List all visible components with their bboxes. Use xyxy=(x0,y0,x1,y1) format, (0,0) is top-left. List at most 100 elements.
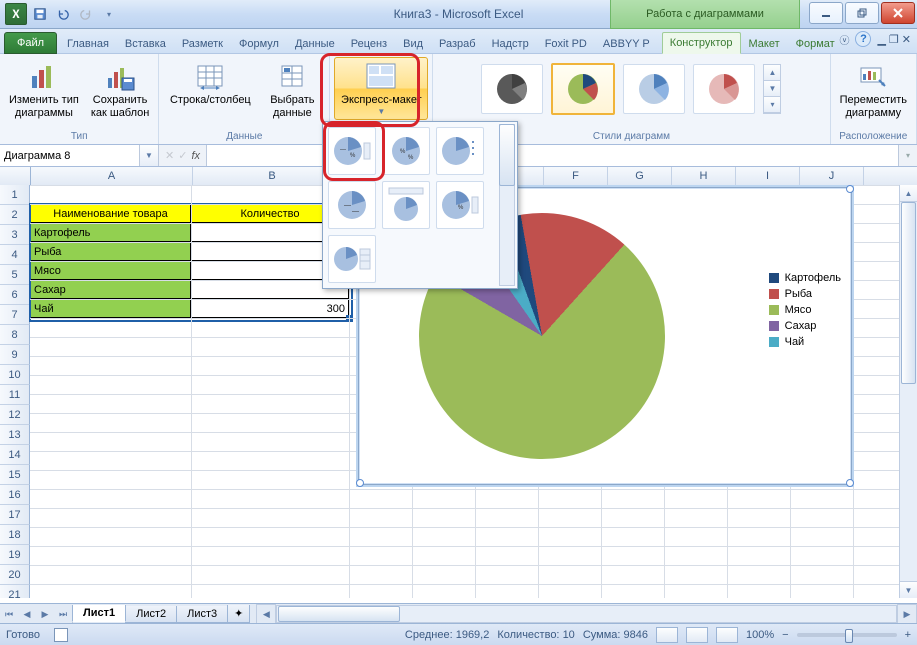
switch-row-col-button[interactable]: Строка/столбец xyxy=(163,57,257,110)
cell-A7[interactable]: Чай xyxy=(30,299,191,318)
hscroll-right-icon[interactable]: ▶ xyxy=(897,604,917,624)
new-sheet-button[interactable]: ✦ xyxy=(227,605,250,623)
col-G[interactable]: G xyxy=(608,167,672,185)
tab-nav-first-icon[interactable]: ⏮ xyxy=(0,605,18,623)
window-minimize-button[interactable] xyxy=(809,2,843,24)
row-21[interactable]: 21 xyxy=(0,585,30,598)
tab-pagelayout[interactable]: Разметк xyxy=(174,33,231,54)
layout-option-7[interactable] xyxy=(328,235,376,283)
legend-item-1[interactable]: Рыба xyxy=(769,288,841,300)
tab-home[interactable]: Главная xyxy=(59,33,117,54)
row-20[interactable]: 20 xyxy=(0,565,30,585)
row-11[interactable]: 11 xyxy=(0,385,30,405)
layout-option-6[interactable]: % xyxy=(436,181,484,229)
tab-addins[interactable]: Надстр xyxy=(484,33,537,54)
row-9[interactable]: 9 xyxy=(0,345,30,365)
help-icon[interactable]: ? xyxy=(855,31,871,47)
tab-chart-design[interactable]: Конструктор xyxy=(662,32,741,54)
cancel-formula-icon[interactable]: ✕ xyxy=(165,149,174,162)
move-chart-button[interactable]: Переместить диаграмму xyxy=(835,57,912,123)
view-pagebreak-button[interactable] xyxy=(716,627,738,643)
tab-formulas[interactable]: Формул xyxy=(231,33,287,54)
row-17[interactable]: 17 xyxy=(0,505,30,525)
hscroll-thumb[interactable] xyxy=(278,606,400,622)
legend-item-0[interactable]: Картофель xyxy=(769,272,841,284)
view-pagelayout-button[interactable] xyxy=(686,627,708,643)
row-14[interactable]: 14 xyxy=(0,445,30,465)
qat-save-icon[interactable] xyxy=(30,4,50,24)
col-I[interactable]: I xyxy=(736,167,800,185)
chart-legend[interactable]: Картофель Рыба Мясо Сахар Чай xyxy=(769,268,841,352)
workbook-restore-icon[interactable]: ❐ xyxy=(889,33,899,46)
tab-foxit[interactable]: Foxit PD xyxy=(537,33,595,54)
enter-formula-icon[interactable]: ✓ xyxy=(178,149,187,162)
qat-undo-icon[interactable] xyxy=(53,4,73,24)
row-2[interactable]: 2 xyxy=(0,205,30,225)
row-3[interactable]: 3 xyxy=(0,225,30,245)
chart-style-4[interactable] xyxy=(693,64,755,114)
macro-record-icon[interactable] xyxy=(54,628,68,642)
legend-item-2[interactable]: Мясо xyxy=(769,304,841,316)
scroll-up-icon[interactable]: ▲ xyxy=(900,185,917,202)
qat-customize-icon[interactable]: ▾ xyxy=(99,4,119,24)
tab-review[interactable]: Реценз xyxy=(343,33,395,54)
hscroll-track[interactable] xyxy=(276,605,897,623)
styles-scroll[interactable]: ▲ ▼ ▾ xyxy=(763,64,781,114)
cell-A6[interactable]: Сахар xyxy=(30,280,191,299)
select-data-button[interactable]: Выбрать данные xyxy=(259,57,325,123)
sheet-tab-2[interactable]: Лист2 xyxy=(125,606,177,623)
cell-A2[interactable]: Наименование товара xyxy=(30,204,191,223)
styles-scroll-up-icon[interactable]: ▲ xyxy=(764,65,780,81)
sheet-tab-3[interactable]: Лист3 xyxy=(176,606,228,623)
name-box-dropdown-icon[interactable]: ▼ xyxy=(139,145,158,166)
row-5[interactable]: 5 xyxy=(0,265,30,285)
row-16[interactable]: 16 xyxy=(0,485,30,505)
fx-icon[interactable]: fx xyxy=(191,150,200,162)
name-box[interactable]: Диаграмма 8 ▼ xyxy=(0,145,159,166)
row-10[interactable]: 10 xyxy=(0,365,30,385)
tab-nav-last-icon[interactable]: ⏭ xyxy=(54,605,72,623)
quick-layout-button[interactable]: Экспресс-макет ▼ xyxy=(334,57,428,120)
selection-handle[interactable] xyxy=(346,315,352,321)
vertical-scrollbar[interactable]: ▲ ▼ xyxy=(899,185,917,598)
zoom-in-icon[interactable]: + xyxy=(905,629,911,641)
row-15[interactable]: 15 xyxy=(0,465,30,485)
zoom-slider[interactable] xyxy=(797,633,897,637)
tab-insert[interactable]: Вставка xyxy=(117,33,174,54)
chart-style-3[interactable] xyxy=(623,64,685,114)
zoom-knob[interactable] xyxy=(845,629,853,643)
styles-more-icon[interactable]: ▾ xyxy=(764,97,780,113)
row-13[interactable]: 13 xyxy=(0,425,30,445)
change-chart-type-button[interactable]: Изменить тип диаграммы xyxy=(4,57,84,123)
col-H[interactable]: H xyxy=(672,167,736,185)
tab-chart-format[interactable]: Формат xyxy=(788,33,843,54)
row-8[interactable]: 8 xyxy=(0,325,30,345)
layout-option-5[interactable] xyxy=(382,181,430,229)
select-all-corner[interactable] xyxy=(0,167,31,185)
qat-redo-icon[interactable] xyxy=(76,4,96,24)
col-A[interactable]: A xyxy=(31,167,193,185)
row-12[interactable]: 12 xyxy=(0,405,30,425)
view-normal-button[interactable] xyxy=(656,627,678,643)
legend-item-3[interactable]: Сахар xyxy=(769,320,841,332)
formula-input[interactable] xyxy=(207,145,898,166)
layout-option-3[interactable] xyxy=(436,127,484,175)
row-19[interactable]: 19 xyxy=(0,545,30,565)
layout-option-1[interactable]: —% xyxy=(328,127,376,175)
zoom-out-icon[interactable]: − xyxy=(782,629,788,641)
col-F[interactable]: F xyxy=(544,167,608,185)
workbook-close-icon[interactable]: ✕ xyxy=(902,33,911,46)
layout-option-4[interactable]: —— xyxy=(328,181,376,229)
legend-item-4[interactable]: Чай xyxy=(769,336,841,348)
horizontal-scrollbar[interactable]: ◀ ▶ xyxy=(256,604,917,624)
chart-handle[interactable] xyxy=(846,185,854,193)
tab-nav-prev-icon[interactable]: ◀ xyxy=(18,605,36,623)
scroll-thumb[interactable] xyxy=(901,202,916,384)
chart-handle[interactable] xyxy=(846,479,854,487)
tab-developer[interactable]: Разраб xyxy=(431,33,484,54)
styles-scroll-down-icon[interactable]: ▼ xyxy=(764,81,780,97)
tab-data[interactable]: Данные xyxy=(287,33,343,54)
sheet-tab-1[interactable]: Лист1 xyxy=(72,605,126,622)
chart-style-1[interactable] xyxy=(481,64,543,114)
row-4[interactable]: 4 xyxy=(0,245,30,265)
